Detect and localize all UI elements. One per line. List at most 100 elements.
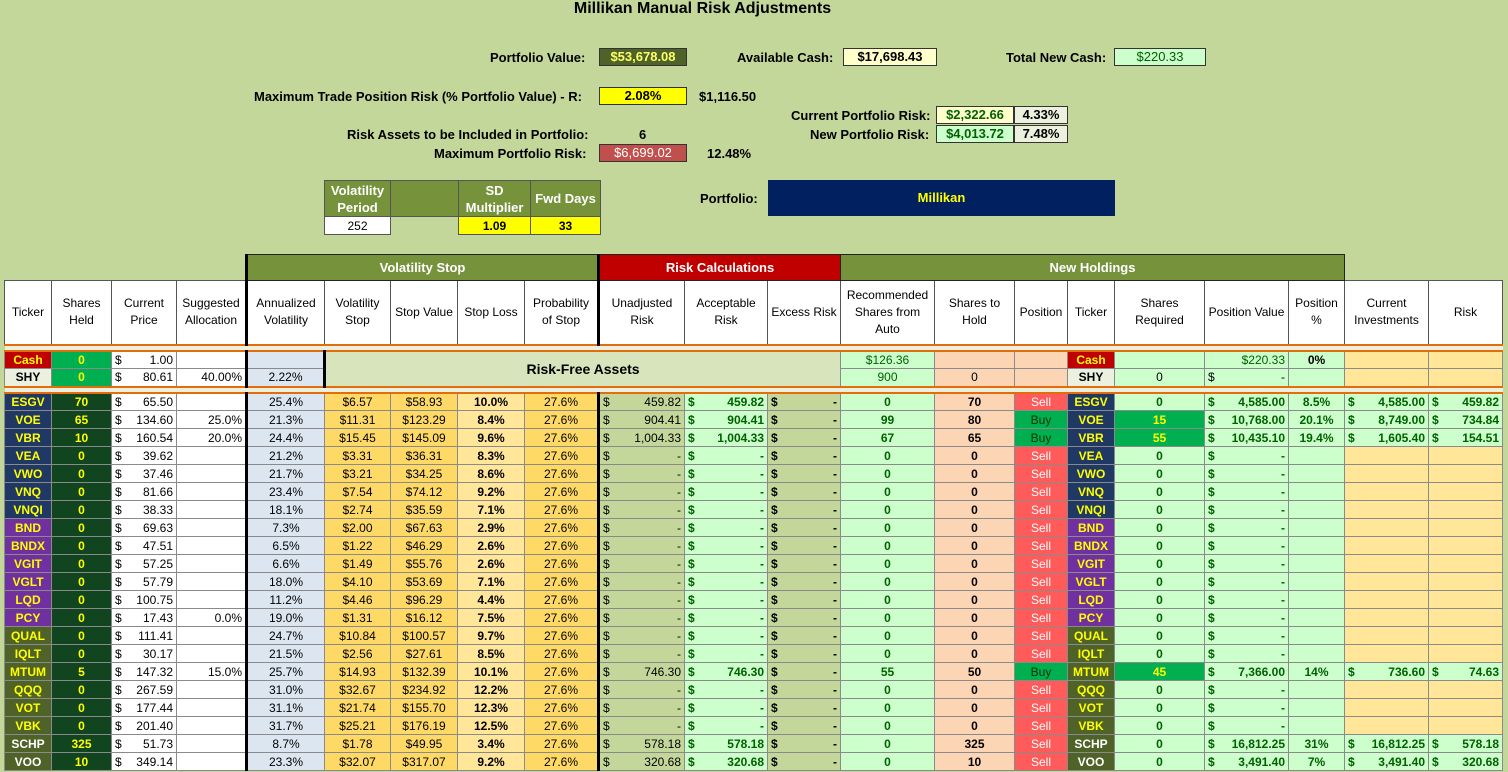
- recommended-shares-cell[interactable]: 0: [840, 500, 935, 519]
- position-cell[interactable]: Sell: [1014, 716, 1068, 735]
- col-header-volatility-stop[interactable]: Volatility Stop: [324, 280, 391, 345]
- shares-held-cell[interactable]: 0: [51, 716, 112, 735]
- position-cell[interactable]: Sell: [1014, 518, 1068, 537]
- shares-held-cell[interactable]: 0: [51, 446, 112, 465]
- current-price-cell[interactable]: $100.75: [111, 590, 177, 609]
- shares-held-cell[interactable]: 65: [51, 410, 112, 429]
- shares-held-cell[interactable]: 0: [51, 350, 112, 369]
- shares-held-cell[interactable]: 10: [51, 428, 112, 447]
- suggested-allocation-cell[interactable]: [176, 482, 247, 501]
- ticker-cell[interactable]: VWO: [4, 464, 52, 483]
- ticker-cell[interactable]: VNQI: [4, 500, 52, 519]
- recommended-shares-cell[interactable]: 0: [840, 590, 935, 609]
- suggested-allocation-cell[interactable]: [176, 518, 247, 537]
- col-header-probability-of-stop[interactable]: Probability of Stop: [524, 280, 599, 345]
- recommended-shares-cell[interactable]: 0: [840, 464, 935, 483]
- col-header-excess-risk[interactable]: Excess Risk: [767, 280, 841, 345]
- col-header-acceptable-risk[interactable]: Acceptable Risk: [684, 280, 768, 345]
- current-price-cell[interactable]: $65.50: [111, 392, 177, 411]
- shares-to-hold-cell[interactable]: 0: [934, 368, 1015, 387]
- col-header-stop-value[interactable]: Stop Value: [390, 280, 458, 345]
- recommended-shares-cell[interactable]: 0: [840, 644, 935, 663]
- ticker-cell[interactable]: MTUM: [4, 662, 52, 681]
- current-price-cell[interactable]: $37.46: [111, 464, 177, 483]
- shares-to-hold-cell[interactable]: 0: [934, 482, 1015, 501]
- position-cell[interactable]: Buy: [1014, 428, 1068, 447]
- suggested-allocation-cell[interactable]: [176, 392, 247, 411]
- shares-to-hold-cell[interactable]: 80: [934, 410, 1015, 429]
- volatility-period-value[interactable]: 252: [324, 216, 391, 235]
- ticker-cell[interactable]: IQLT: [4, 644, 52, 663]
- current-price-cell[interactable]: $38.33: [111, 500, 177, 519]
- position-cell[interactable]: Sell: [1014, 500, 1068, 519]
- suggested-allocation-cell[interactable]: [176, 626, 247, 645]
- sd-multiplier-value[interactable]: 1.09: [458, 216, 531, 235]
- recommended-shares-cell[interactable]: 0: [840, 698, 935, 717]
- suggested-allocation-cell[interactable]: [176, 464, 247, 483]
- current-price-cell[interactable]: $17.43: [111, 608, 177, 627]
- shares-to-hold-cell[interactable]: 0: [934, 608, 1015, 627]
- recommended-shares-cell[interactable]: $126.36: [840, 350, 935, 369]
- position-cell[interactable]: Buy: [1014, 410, 1068, 429]
- ticker-cell[interactable]: QUAL: [4, 626, 52, 645]
- position-cell[interactable]: Sell: [1014, 392, 1068, 411]
- recommended-shares-cell[interactable]: 0: [840, 392, 935, 411]
- recommended-shares-cell[interactable]: 0: [840, 536, 935, 555]
- current-price-cell[interactable]: $1.00: [111, 350, 177, 369]
- shares-to-hold-cell[interactable]: 10: [934, 752, 1015, 771]
- shares-to-hold-cell[interactable]: 0: [934, 680, 1015, 699]
- col-header-recommended-shares-from-auto[interactable]: Recommended Shares from Auto: [840, 280, 935, 345]
- shares-to-hold-cell[interactable]: 0: [934, 536, 1015, 555]
- col-header-ticker[interactable]: Ticker: [1067, 280, 1115, 345]
- current-price-cell[interactable]: $147.32: [111, 662, 177, 681]
- shares-to-hold-cell[interactable]: 0: [934, 716, 1015, 735]
- ticker-cell[interactable]: VGLT: [4, 572, 52, 591]
- suggested-allocation-cell[interactable]: [176, 644, 247, 663]
- shares-to-hold-cell[interactable]: 0: [934, 698, 1015, 717]
- current-price-cell[interactable]: $267.59: [111, 680, 177, 699]
- shares-held-cell[interactable]: 0: [51, 368, 112, 387]
- current-price-cell[interactable]: $57.79: [111, 572, 177, 591]
- col-header-current-price[interactable]: Current Price: [111, 280, 177, 345]
- suggested-allocation-cell[interactable]: [176, 716, 247, 735]
- suggested-allocation-cell[interactable]: [176, 554, 247, 573]
- ticker-cell[interactable]: VOO: [4, 752, 52, 771]
- recommended-shares-cell[interactable]: 0: [840, 482, 935, 501]
- current-portfolio-risk-amount[interactable]: $2,322.66: [936, 106, 1014, 124]
- col-header-ticker[interactable]: Ticker: [4, 280, 52, 345]
- current-price-cell[interactable]: $57.25: [111, 554, 177, 573]
- shares-held-cell[interactable]: 0: [51, 572, 112, 591]
- suggested-allocation-cell[interactable]: [176, 536, 247, 555]
- recommended-shares-cell[interactable]: 0: [840, 554, 935, 573]
- suggested-allocation-cell[interactable]: [176, 680, 247, 699]
- total-new-cash-cell[interactable]: $220.33: [1114, 48, 1206, 66]
- recommended-shares-cell[interactable]: 0: [840, 680, 935, 699]
- col-header-annualized-volatility[interactable]: Annualized Volatility: [245, 280, 325, 345]
- position-cell[interactable]: Sell: [1014, 734, 1068, 753]
- col-header-position[interactable]: Position: [1014, 280, 1068, 345]
- position-cell[interactable]: Sell: [1014, 572, 1068, 591]
- recommended-shares-cell[interactable]: 0: [840, 446, 935, 465]
- fwd-days-value[interactable]: 33: [530, 216, 601, 235]
- recommended-shares-cell[interactable]: 900: [840, 368, 935, 387]
- recommended-shares-cell[interactable]: 0: [840, 572, 935, 591]
- position-cell[interactable]: Sell: [1014, 590, 1068, 609]
- shares-held-cell[interactable]: 0: [51, 608, 112, 627]
- shares-to-hold-cell[interactable]: 0: [934, 572, 1015, 591]
- suggested-allocation-cell[interactable]: 40.00%: [176, 368, 247, 387]
- current-price-cell[interactable]: $201.40: [111, 716, 177, 735]
- ticker-cell[interactable]: VEA: [4, 446, 52, 465]
- recommended-shares-cell[interactable]: 0: [840, 518, 935, 537]
- recommended-shares-cell[interactable]: 99: [840, 410, 935, 429]
- ticker-cell[interactable]: VBR: [4, 428, 52, 447]
- shares-held-cell[interactable]: 0: [51, 554, 112, 573]
- recommended-shares-cell[interactable]: 0: [840, 734, 935, 753]
- shares-held-cell[interactable]: 0: [51, 464, 112, 483]
- col-header-shares-required[interactable]: Shares Required: [1114, 280, 1205, 345]
- col-header-shares-to-hold[interactable]: Shares to Hold: [934, 280, 1015, 345]
- recommended-shares-cell[interactable]: 67: [840, 428, 935, 447]
- current-portfolio-risk-pct[interactable]: 4.33%: [1014, 106, 1068, 124]
- col-header-position-[interactable]: Position %: [1288, 280, 1345, 345]
- shares-held-cell[interactable]: 0: [51, 698, 112, 717]
- ticker-cell[interactable]: VOT: [4, 698, 52, 717]
